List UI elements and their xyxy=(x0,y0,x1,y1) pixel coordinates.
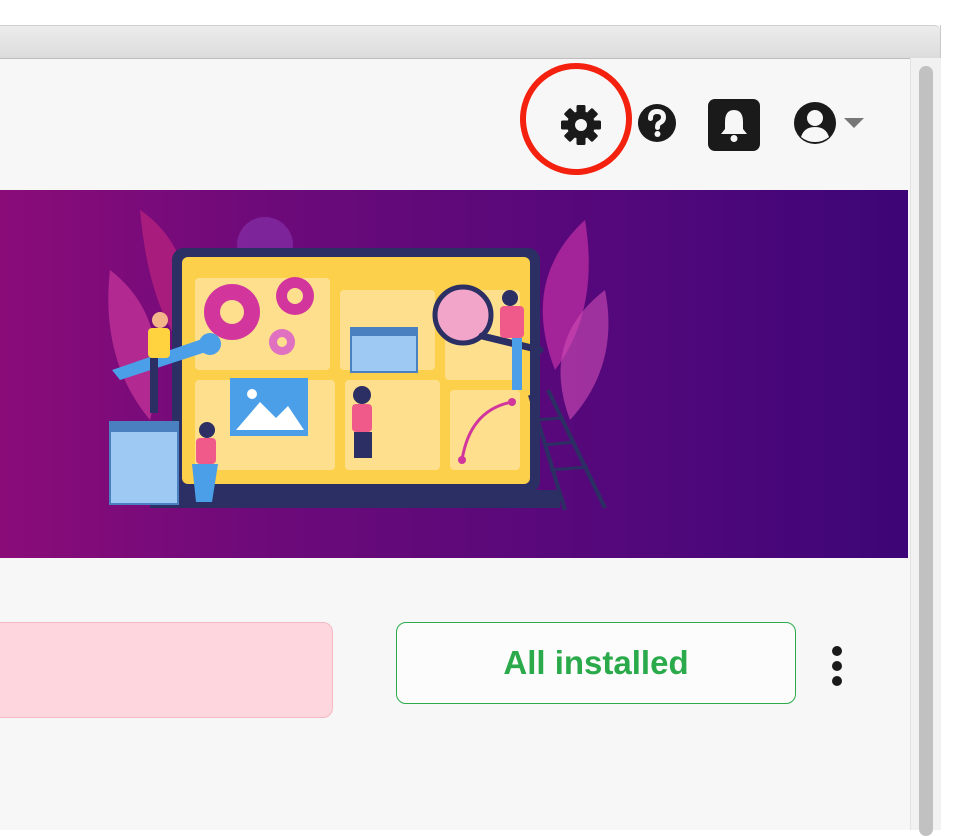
vertical-scrollbar[interactable] xyxy=(910,58,941,836)
more-options-button[interactable] xyxy=(822,644,852,688)
alert-box xyxy=(0,622,333,718)
user-circle-icon xyxy=(794,102,836,144)
all-installed-label: All installed xyxy=(503,644,689,681)
bell-icon xyxy=(708,99,760,151)
kebab-menu-icon xyxy=(832,646,842,686)
notifications-button[interactable] xyxy=(708,99,760,151)
account-menu-button[interactable] xyxy=(792,100,864,146)
question-circle-icon xyxy=(638,104,676,142)
scrollbar-thumb[interactable] xyxy=(919,66,933,836)
all-installed-button[interactable]: All installed xyxy=(396,622,796,704)
banner-illustration xyxy=(108,210,609,511)
window-titlebar xyxy=(0,25,940,59)
caret-down-icon xyxy=(844,118,864,128)
help-button[interactable] xyxy=(636,101,678,145)
promo-banner xyxy=(0,190,908,558)
